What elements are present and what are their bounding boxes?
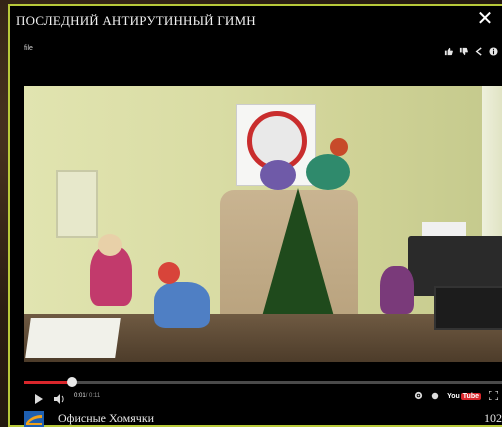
- player-top-bar: file: [10, 36, 502, 80]
- progress-fill: [24, 381, 72, 384]
- progress-bar[interactable]: [24, 377, 502, 387]
- video-lightbox: ПОСЛЕДНИЙ АНТИРУТИННЫЙ ГИМН ✕ file 0:01 …: [8, 4, 502, 427]
- player-top-icons: [444, 43, 498, 56]
- video-frame[interactable]: [24, 86, 502, 362]
- wall-cabinet: [56, 170, 98, 238]
- total-time: / 0:11: [85, 393, 101, 399]
- player-controls: 0:01 / 0:11 You Tube: [24, 387, 502, 405]
- desk-papers: [25, 318, 121, 358]
- current-time: 0:01: [74, 393, 86, 399]
- info-icon[interactable]: [489, 43, 498, 56]
- lightbox-title-bar: ПОСЛЕДНИЙ АНТИРУТИННЫЙ ГИМН: [10, 6, 502, 36]
- thumbs-down-icon[interactable]: [459, 43, 468, 56]
- fullscreen-icon[interactable]: [488, 387, 499, 405]
- channel-footer: Офисные Хомячки 102: [10, 408, 502, 427]
- view-count: 102: [484, 411, 502, 425]
- close-icon[interactable]: ✕: [476, 9, 494, 29]
- player-controls-right: You Tube: [414, 387, 502, 405]
- puppet-left-doll-head: [98, 234, 122, 256]
- youtube-logo[interactable]: You Tube: [447, 392, 481, 400]
- puppet-right-doll: [380, 266, 414, 314]
- puppet-top-left: [260, 160, 296, 190]
- puppet-middle-doll: [154, 282, 210, 328]
- youtube-logo-text: You: [447, 392, 460, 400]
- computer-monitor: [434, 286, 502, 330]
- play-icon[interactable]: [34, 391, 44, 404]
- volume-icon[interactable]: [54, 391, 66, 404]
- share-icon[interactable]: [474, 43, 483, 56]
- watch-later-icon[interactable]: [431, 387, 439, 405]
- channel-avatar[interactable]: [24, 410, 44, 427]
- player-file-label: file: [24, 45, 33, 52]
- puppet-top-red: [330, 138, 348, 156]
- window-light: [482, 86, 502, 236]
- thumbs-up-icon[interactable]: [444, 43, 453, 56]
- youtube-logo-tube: Tube: [460, 392, 481, 400]
- puppet-top-right: [306, 154, 350, 190]
- video-title: ПОСЛЕДНИЙ АНТИРУТИННЫЙ ГИМН: [16, 13, 256, 28]
- settings-icon[interactable]: [414, 387, 423, 405]
- progress-scrubber[interactable]: [67, 377, 77, 387]
- puppet-middle-doll-head: [158, 262, 180, 284]
- channel-name[interactable]: Офисные Хомячки: [58, 411, 154, 426]
